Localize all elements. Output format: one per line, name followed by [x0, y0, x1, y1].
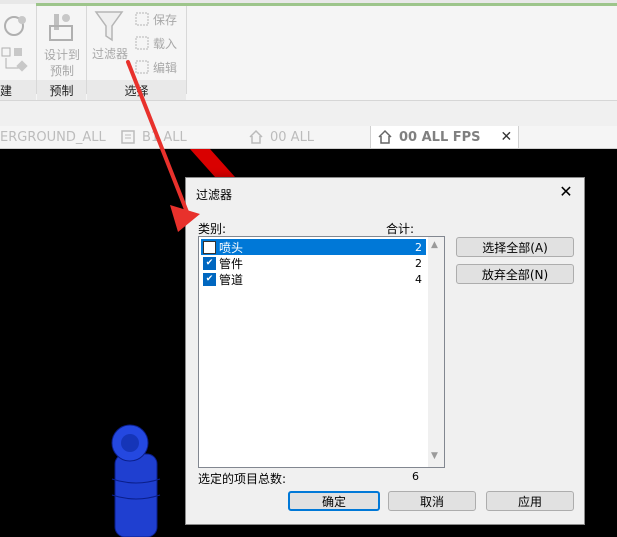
home-icon: [249, 129, 263, 144]
filter-icon[interactable]: [94, 8, 124, 44]
list-item[interactable]: ✔ 管道 4: [201, 271, 426, 287]
close-icon[interactable]: ✕: [501, 129, 513, 145]
route-icon[interactable]: [0, 44, 30, 74]
ok-button[interactable]: 确定: [288, 491, 380, 511]
tab-00-all-fps[interactable]: 00 ALL FPS ✕: [370, 126, 520, 148]
load-selection-button[interactable]: 载入: [135, 34, 177, 52]
red-pipe-segment: [190, 149, 235, 177]
close-icon[interactable]: ✕: [556, 182, 576, 202]
home-icon: [378, 129, 392, 144]
sheet-icon: [121, 130, 135, 144]
edit-icon: [135, 60, 149, 74]
ribbon: 建 设计到 预制 预制 过滤器 保存 载入 编辑 选择: [0, 0, 617, 100]
design-to-prefab-icon[interactable]: [48, 10, 76, 44]
sprinkler-icon[interactable]: [0, 10, 30, 40]
scroll-up-icon[interactable]: ▲: [431, 240, 438, 250]
save-selection-button[interactable]: 保存: [135, 10, 177, 28]
tab-b1-all[interactable]: B1 ALL: [120, 126, 187, 148]
cancel-button[interactable]: 取消: [388, 491, 476, 511]
panel-label-build: 建: [0, 84, 13, 98]
tab-erground-all[interactable]: ERGROUND_ALL: [0, 126, 106, 148]
total-header: 合计:: [386, 222, 415, 236]
list-item[interactable]: 喷头 2: [201, 239, 426, 255]
category-checkbox[interactable]: ✔: [203, 256, 216, 270]
ribbon-options-bar: [0, 100, 617, 127]
list-item[interactable]: ✔ 管件 2: [201, 255, 426, 271]
select-all-button[interactable]: 选择全部(A): [456, 237, 574, 257]
total-selected-label: 选定的项目总数:: [198, 472, 287, 486]
ribbon-accent-line: [36, 3, 617, 6]
load-icon: [135, 36, 149, 50]
edit-selection-button[interactable]: 编辑: [135, 58, 177, 76]
category-checkbox[interactable]: [203, 240, 216, 254]
save-icon: [135, 12, 149, 26]
category-list[interactable]: 喷头 2 ✔ 管件 2 ✔ 管道 4 ▲ ▼: [198, 236, 445, 468]
filter-dialog: 过滤器 ✕ 类别: 合计: 喷头 2 ✔ 管件 2 ✔ 管道 4 ▲ ▼ 选择全…: [185, 177, 585, 525]
dialog-title: 过滤器: [196, 188, 233, 202]
list-scrollbar[interactable]: ▲ ▼: [428, 237, 444, 467]
blue-pipe-fitting: [111, 424, 161, 537]
panel-label-select: 选择: [124, 84, 149, 98]
tab-00-all[interactable]: 00 ALL: [248, 126, 314, 148]
design-to-prefab-button[interactable]: 设计到 预制: [40, 47, 84, 79]
category-checkbox[interactable]: ✔: [203, 272, 216, 286]
category-header: 类别:: [198, 222, 227, 236]
discard-all-button[interactable]: 放弃全部(N): [456, 264, 574, 284]
panel-label-prefab: 预制: [49, 84, 74, 98]
filter-button[interactable]: 过滤器: [88, 46, 132, 62]
total-selected-value: 6: [412, 470, 419, 483]
scroll-down-icon[interactable]: ▼: [431, 451, 438, 461]
apply-button[interactable]: 应用: [486, 491, 574, 511]
